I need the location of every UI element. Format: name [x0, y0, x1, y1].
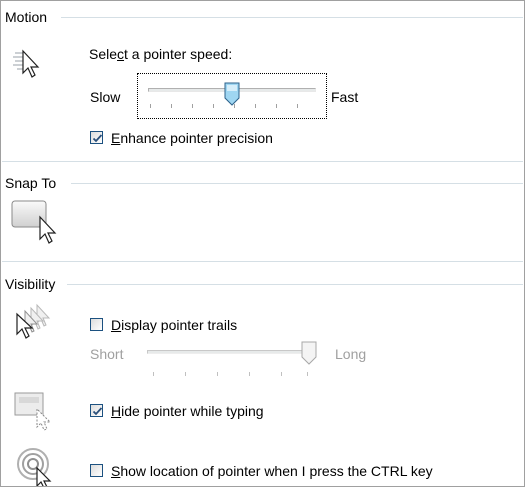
- visibility-group-line: [67, 284, 523, 285]
- long-label: Long: [335, 346, 367, 362]
- snap-to-icon: [11, 200, 57, 244]
- display-trails-checkbox[interactable]: [90, 318, 103, 331]
- trail-tick: [217, 372, 218, 376]
- short-label: Short: [90, 346, 124, 362]
- show-location-label[interactable]: Show location of pointer when I press th…: [111, 462, 433, 480]
- speed-tick: [192, 104, 193, 108]
- trail-tick: [307, 372, 308, 376]
- speed-tick: [171, 104, 172, 108]
- visibility-group-title: Visibility: [5, 276, 59, 292]
- slow-label: Slow: [90, 89, 121, 105]
- checkmark-icon: [92, 134, 103, 143]
- pointer-options-panel: Motion Select a pointer speed: Slow Fast: [0, 0, 525, 487]
- pointer-trails-icon: [16, 303, 51, 339]
- snap-to-divider: [2, 261, 523, 262]
- enhance-precision-label[interactable]: Enhance pointer precision: [111, 129, 273, 147]
- hide-while-typing-icon: [14, 392, 52, 431]
- motion-divider: [2, 161, 523, 162]
- trail-tick: [281, 372, 282, 376]
- trail-length-slider[interactable]: [145, 337, 323, 381]
- trail-tick: [185, 372, 186, 376]
- trail-tick: [153, 372, 154, 376]
- snap-to-group-line: [71, 183, 523, 184]
- show-location-checkbox[interactable]: [90, 464, 103, 477]
- snap-to-group-title: Snap To: [5, 175, 60, 191]
- motion-group-title: Motion: [5, 9, 51, 25]
- speed-tick: [150, 104, 151, 108]
- pointer-speed-label: Select a pointer speed:: [89, 46, 233, 62]
- trail-length-thumb[interactable]: [301, 341, 317, 365]
- pointer-speed-icon: [13, 49, 40, 78]
- show-location-icon: [17, 448, 52, 486]
- checkmark-icon: [92, 407, 103, 416]
- speed-tick: [255, 104, 256, 108]
- trail-tick: [249, 372, 250, 376]
- hide-while-typing-label[interactable]: Hide pointer while typing: [111, 402, 264, 420]
- motion-group-line: [61, 17, 523, 18]
- pointer-speed-slider[interactable]: [137, 73, 327, 119]
- trail-length-track: [147, 350, 315, 354]
- enhance-precision-checkbox[interactable]: [90, 131, 103, 144]
- fast-label: Fast: [331, 89, 359, 105]
- speed-tick: [276, 104, 277, 108]
- speed-tick: [213, 104, 214, 108]
- speed-tick: [297, 104, 298, 108]
- display-trails-label[interactable]: Display pointer trails: [111, 316, 237, 334]
- pointer-speed-thumb[interactable]: [224, 82, 240, 106]
- hide-while-typing-checkbox[interactable]: [90, 404, 103, 417]
